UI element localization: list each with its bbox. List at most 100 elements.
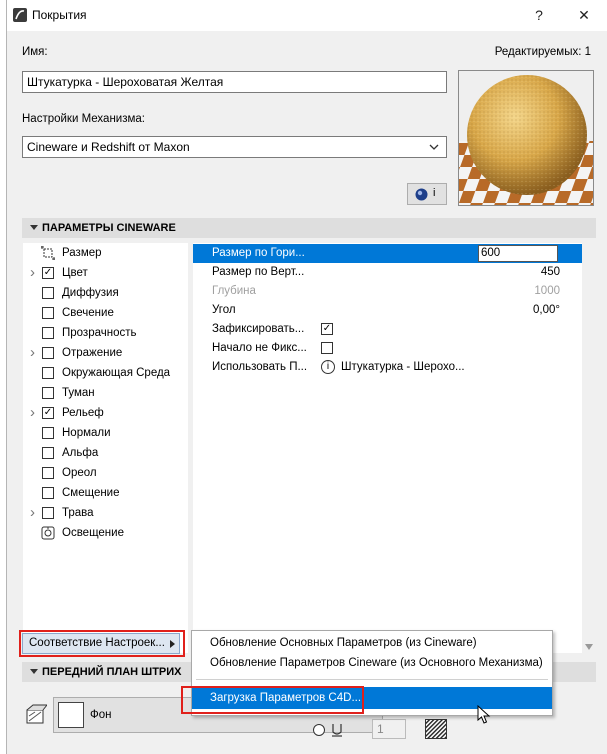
- channel-item[interactable]: Прозрачность: [23, 323, 189, 343]
- material-preview: [458, 70, 594, 206]
- channel-label: Трава: [62, 507, 94, 519]
- channel-label: Туман: [62, 387, 95, 399]
- property-row[interactable]: Начало не Фикс...: [193, 339, 582, 358]
- property-label: Зафиксировать...: [212, 323, 305, 335]
- channel-checkbox[interactable]: [42, 367, 54, 379]
- property-value: 450: [540, 266, 560, 278]
- channel-item[interactable]: Ореол: [23, 463, 189, 483]
- channel-checkbox[interactable]: [42, 507, 54, 519]
- channel-label: Альфа: [62, 447, 99, 459]
- channel-list[interactable]: Размер › ✓ Цвет Диффузия Свечение Прозрачность…: [23, 243, 203, 653]
- chevron-right-icon[interactable]: ›: [30, 503, 35, 523]
- property-row[interactable]: Зафиксировать... ✓: [193, 320, 582, 339]
- property-list[interactable]: Размер по Гори... 600 Размер по Верт... 450…: [193, 243, 582, 653]
- property-label: Глубина: [212, 285, 256, 297]
- collapse-triangle-icon-2: [30, 669, 38, 674]
- editable-count-label: Редактируемых: 1: [494, 46, 591, 58]
- size-icon: [41, 246, 55, 260]
- channel-item[interactable]: Альфа: [23, 443, 189, 463]
- channel-item[interactable]: Туман: [23, 383, 189, 403]
- menu-separator: [196, 679, 548, 680]
- channel-checkbox[interactable]: [42, 387, 54, 399]
- channel-label: Освещение: [62, 527, 124, 539]
- context-menu-item[interactable]: Обновление Основных Параметров (из Cinew…: [192, 632, 552, 654]
- channel-checkbox[interactable]: [42, 487, 54, 499]
- channel-label: Нормали: [62, 427, 111, 439]
- channel-item[interactable]: Свечение: [23, 303, 189, 323]
- channel-item[interactable]: Размер: [23, 243, 189, 263]
- chevron-right-icon[interactable]: ›: [30, 263, 35, 283]
- channel-label: Цвет: [62, 267, 88, 279]
- chevron-right-icon[interactable]: ›: [30, 403, 35, 423]
- property-list-scrollbar[interactable]: [582, 243, 596, 653]
- channel-label: Смещение: [62, 487, 120, 499]
- material-dialog: Покрытия ? ✕ Имя: Редактируемых: 1 Штука…: [6, 0, 607, 754]
- channel-item[interactable]: › ✓ Рельеф: [23, 403, 189, 423]
- channel-checkbox[interactable]: [42, 307, 54, 319]
- channel-checkbox[interactable]: ✓: [42, 407, 54, 419]
- cineware-section-header[interactable]: ПАРАМЕТРЫ CINEWARE: [22, 218, 596, 238]
- property-checkbox[interactable]: [321, 342, 333, 354]
- channel-item[interactable]: Освещение: [23, 523, 189, 543]
- property-value: 0,00°: [533, 304, 560, 316]
- channel-label: Рельеф: [62, 407, 104, 419]
- mouse-cursor-icon: [477, 705, 491, 724]
- channel-checkbox[interactable]: [42, 287, 54, 299]
- cineware-section-title: ПАРАМЕТРЫ CINEWARE: [42, 222, 176, 234]
- lighting-icon: [41, 526, 55, 540]
- chevron-right-icon[interactable]: ›: [30, 343, 35, 363]
- channel-checkbox[interactable]: ✓: [42, 267, 54, 279]
- property-checkbox[interactable]: ✓: [321, 323, 333, 335]
- property-label: Угол: [212, 304, 236, 316]
- property-value-input[interactable]: 600: [478, 245, 558, 262]
- pen-icon: [332, 724, 342, 737]
- engine-select-value: Cineware и Redshift от Maxon: [27, 140, 190, 154]
- channel-label: Отражение: [62, 347, 123, 359]
- channel-item[interactable]: › Трава: [23, 503, 189, 523]
- property-label: Размер по Верт...: [212, 266, 305, 278]
- app-icon: [13, 8, 27, 22]
- hatch-swatch-icon[interactable]: [425, 719, 447, 739]
- channel-checkbox[interactable]: [42, 447, 54, 459]
- help-button[interactable]: ?: [517, 0, 561, 31]
- title-bar[interactable]: Покрытия ? ✕: [7, 0, 607, 31]
- cinema4d-icon: [415, 188, 428, 201]
- pen-number-input[interactable]: 1: [372, 719, 406, 739]
- property-row[interactable]: Размер по Верт... 450: [193, 263, 582, 282]
- engine-info-button[interactable]: i: [407, 183, 447, 205]
- channel-item[interactable]: › Отражение: [23, 343, 189, 363]
- highlight-annotation-button: [19, 630, 185, 657]
- property-value: Штукатурка - Шерохо...: [341, 361, 465, 373]
- channel-checkbox[interactable]: [42, 427, 54, 439]
- channel-item[interactable]: Смещение: [23, 483, 189, 503]
- context-menu-item[interactable]: Обновление Параметров Cineware (из Основ…: [192, 652, 552, 674]
- channel-checkbox[interactable]: [42, 467, 54, 479]
- window-title: Покрытия: [32, 8, 87, 22]
- close-button[interactable]: ✕: [562, 0, 606, 31]
- radio-empty-icon[interactable]: [312, 723, 326, 737]
- channel-label: Ореол: [62, 467, 97, 479]
- property-row[interactable]: Угол 0,00°: [193, 301, 582, 320]
- material-name-input[interactable]: Штукатурка - Шероховатая Желтая: [22, 71, 447, 93]
- engine-select[interactable]: Cineware и Redshift от Maxon: [22, 136, 447, 158]
- channel-item[interactable]: Нормали: [23, 423, 189, 443]
- channel-checkbox[interactable]: [42, 347, 54, 359]
- background-color-swatch[interactable]: [58, 702, 84, 728]
- channel-label: Диффузия: [62, 287, 119, 299]
- info-circle-icon[interactable]: i: [321, 360, 335, 374]
- preview-sphere-image: [459, 71, 593, 205]
- hatch-pattern-icon: [26, 704, 47, 724]
- property-row[interactable]: Использовать П... i Штукатурка - Шерохо...: [193, 358, 582, 377]
- channel-item[interactable]: › ✓ Цвет: [23, 263, 189, 283]
- scroll-down-arrow-icon[interactable]: [585, 644, 593, 650]
- channel-checkbox[interactable]: [42, 327, 54, 339]
- property-row[interactable]: Глубина 1000: [193, 282, 582, 301]
- channel-item[interactable]: Окружающая Среда: [23, 363, 189, 383]
- channel-label: Прозрачность: [62, 327, 137, 339]
- chevron-down-icon: [429, 144, 439, 150]
- foreground-section-title: ПЕРЕДНИЙ ПЛАН ШТРИХ: [42, 666, 182, 678]
- channel-label: Окружающая Среда: [62, 367, 171, 379]
- engine-label: Настройки Механизма:: [22, 113, 145, 125]
- channel-item[interactable]: Диффузия: [23, 283, 189, 303]
- property-row[interactable]: Размер по Гори... 600: [193, 244, 582, 263]
